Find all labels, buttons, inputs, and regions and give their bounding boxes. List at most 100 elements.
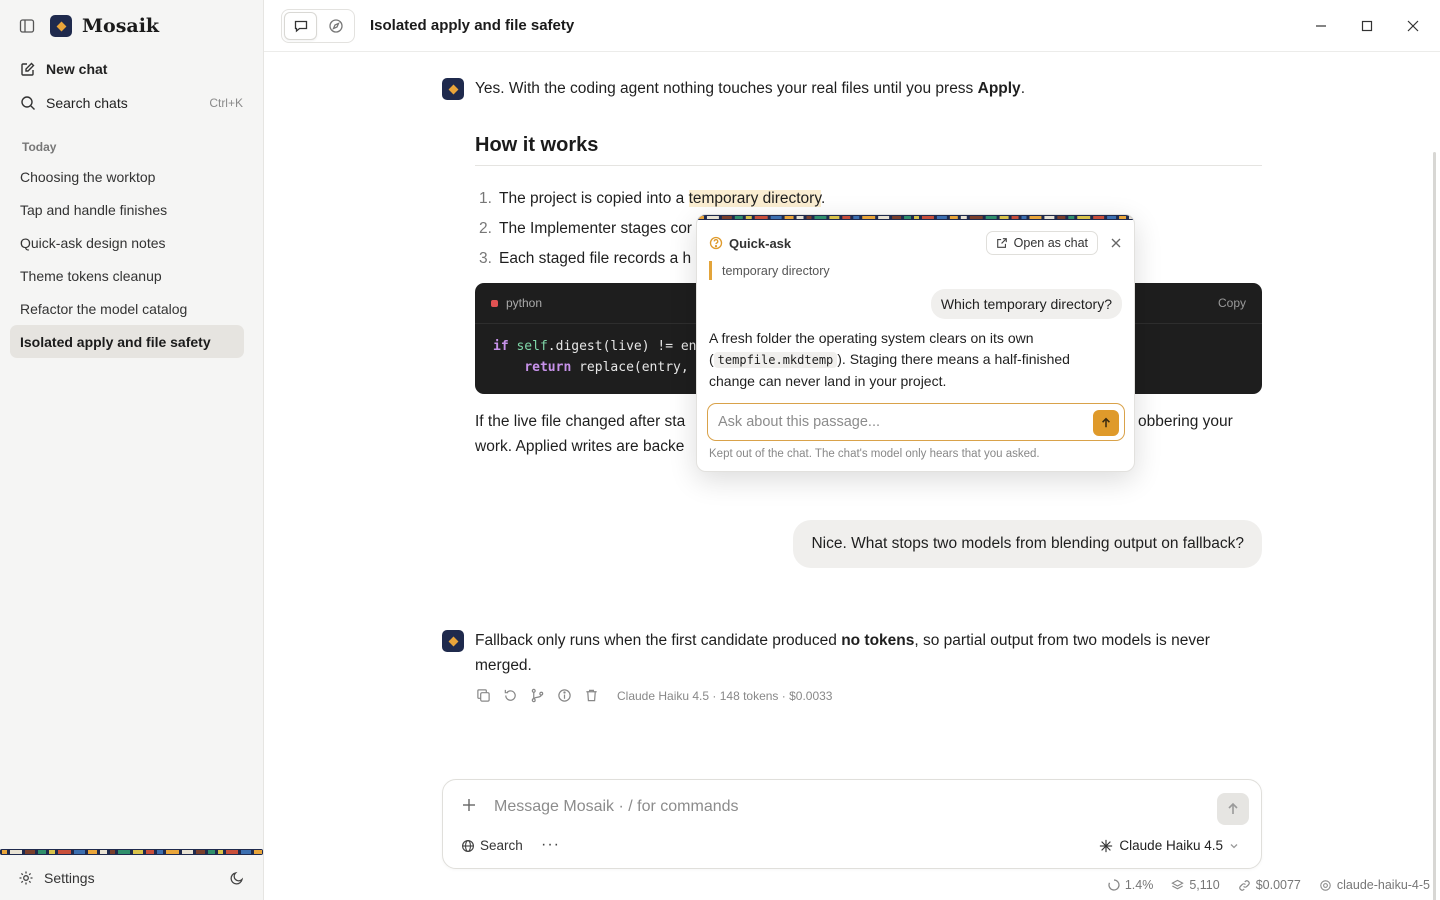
list-number: 3. xyxy=(479,250,492,267)
msg2-text: Fallback only runs when the first candid… xyxy=(475,632,842,649)
open-as-chat-button[interactable]: Open as chat xyxy=(985,231,1098,255)
step-text: Each staged file records a h xyxy=(499,250,692,267)
sidebar-item-theme-tokens[interactable]: Theme tokens cleanup xyxy=(10,259,244,292)
quick-ask-title: Quick-ask xyxy=(729,235,792,251)
globe-icon xyxy=(462,839,474,852)
composer: Message Mosaik · / for commands Search ·… xyxy=(442,779,1262,869)
moon-icon[interactable] xyxy=(229,870,245,886)
search-chats-label: Search chats xyxy=(46,95,128,111)
highlighted-passage[interactable]: temporary directory xyxy=(688,190,821,207)
token-total: 5,110 xyxy=(1189,878,1220,892)
sidebar-footer: Settings xyxy=(0,855,263,900)
more-options-icon[interactable]: ··· xyxy=(541,836,560,854)
window-controls xyxy=(1298,6,1436,46)
mosaik-logo-icon xyxy=(50,15,72,37)
search-chats-button[interactable]: Search chats Ctrl+K xyxy=(0,86,263,120)
info-icon[interactable] xyxy=(557,688,572,703)
sidebar: Mosaik New chat Search chats Ctrl+K Toda… xyxy=(0,0,264,900)
step-text: The Implementer stages cor xyxy=(499,220,692,237)
brand-name: Mosaik xyxy=(82,15,160,37)
copy-code-button[interactable]: Copy xyxy=(1218,296,1246,310)
sidebar-item-quick-ask-notes[interactable]: Quick-ask design notes xyxy=(10,226,244,259)
chat-bubble-icon xyxy=(294,20,307,32)
model-id-status[interactable]: claude-haiku-4-5 xyxy=(1319,878,1430,892)
chat-title: Isolated apply and file safety xyxy=(370,17,575,34)
msg2-bold: no tokens xyxy=(841,632,915,649)
list-number: 1. xyxy=(479,190,492,207)
code-text: replace(entry, xyxy=(571,360,689,375)
sidebar-item-choosing-worktop[interactable]: Choosing the worktop xyxy=(10,160,244,193)
status-bar: 1.4% 5,110 $0.0077 claude-haiku-4-5 xyxy=(1108,878,1430,892)
step-text-end: . xyxy=(820,190,826,207)
plus-icon xyxy=(463,799,475,811)
code-keyword: if xyxy=(493,339,509,354)
cog-icon xyxy=(1320,879,1331,891)
msg1-bold: Apply xyxy=(977,80,1021,97)
copy-icon[interactable] xyxy=(476,688,491,703)
maximize-icon[interactable] xyxy=(1344,6,1390,46)
branch-icon[interactable] xyxy=(530,688,545,703)
quick-ask-answer: A fresh folder the operating system clea… xyxy=(709,328,1109,392)
mode-switch xyxy=(281,8,355,43)
minimize-icon[interactable] xyxy=(1298,6,1344,46)
msg1-end: . xyxy=(1020,80,1025,97)
model-label: Claude Haiku 4.5 xyxy=(1119,838,1223,853)
open-as-chat-label: Open as chat xyxy=(1013,236,1088,250)
sidebar-item-tap-handle[interactable]: Tap and handle finishes xyxy=(10,193,244,226)
message-input[interactable]: Message Mosaik · / for commands xyxy=(494,798,739,816)
quick-ask-question: Which temporary directory? xyxy=(930,289,1122,319)
section-heading: How it works xyxy=(475,134,1262,166)
trash-icon[interactable] xyxy=(584,688,599,703)
arrow-up-icon xyxy=(1102,417,1110,428)
external-link-icon xyxy=(996,238,1007,248)
msg1-text: Yes. With the coding agent nothing touch… xyxy=(475,80,978,97)
step-text: The project is copied into a xyxy=(499,190,689,207)
explore-mode-button[interactable] xyxy=(319,12,352,40)
quick-ask-send-button[interactable] xyxy=(1093,410,1119,436)
top-bar: Isolated apply and file safety xyxy=(264,0,1440,52)
new-chat-button[interactable]: New chat xyxy=(0,52,263,86)
model-selector[interactable]: Claude Haiku 4.5 xyxy=(1099,838,1239,853)
search-toggle-label: Search xyxy=(480,838,523,853)
close-icon[interactable] xyxy=(1110,237,1122,249)
regenerate-icon[interactable] xyxy=(503,688,518,703)
web-search-toggle[interactable]: Search xyxy=(461,838,523,853)
send-button[interactable] xyxy=(1217,793,1249,825)
token-count: 5,110 xyxy=(1171,878,1220,892)
chevron-down-icon xyxy=(1230,843,1238,848)
add-attachment-button[interactable] xyxy=(461,796,477,819)
code-text: .digest(live) != en xyxy=(547,339,697,354)
quick-ask-popover: Quick-ask Open as chat temporary directo… xyxy=(696,214,1135,472)
language-dot-icon xyxy=(491,299,498,307)
code-self: self xyxy=(516,339,548,354)
scrollbar[interactable] xyxy=(1433,152,1436,900)
quick-ask-input[interactable]: Ask about this passage... xyxy=(707,403,1125,441)
question-circle-icon xyxy=(709,236,723,250)
sidebar-item-isolated-apply[interactable]: Isolated apply and file safety xyxy=(10,325,244,358)
sidebar-item-refactor-catalog[interactable]: Refactor the model catalog xyxy=(10,292,244,325)
model-id: claude-haiku-4-5 xyxy=(1336,878,1430,892)
message-actions: Claude Haiku 4.5 · 148 tokens · $0.0033 xyxy=(476,688,832,703)
quick-ask-footnote: Kept out of the chat. The chat's model o… xyxy=(709,448,1040,460)
paragraph-line-1-left: If the live file changed after sta xyxy=(475,413,686,430)
new-chat-label: New chat xyxy=(46,61,108,77)
link-icon xyxy=(1238,879,1250,891)
compose-icon xyxy=(21,62,35,76)
progress-ring-icon xyxy=(1108,879,1120,891)
sidebar-toggle-icon[interactable] xyxy=(18,17,36,35)
chat-mode-button[interactable] xyxy=(284,11,318,40)
settings-link[interactable]: Settings xyxy=(44,870,95,886)
layers-icon xyxy=(1171,879,1185,889)
assistant-message-1: Yes. With the coding agent nothing touch… xyxy=(475,76,1275,101)
close-window-icon[interactable] xyxy=(1390,6,1436,46)
arrow-up-icon xyxy=(1228,802,1238,814)
message-meta: Claude Haiku 4.5 · 148 tokens · $0.0033 xyxy=(617,688,833,703)
conversation: Yes. With the coding agent nothing touch… xyxy=(264,52,1440,900)
paragraph-line-1-right: obbering your xyxy=(1138,413,1233,430)
assistant-avatar xyxy=(442,630,464,652)
code-language: python xyxy=(506,296,543,310)
code-keyword: return xyxy=(524,360,572,375)
paragraph-line-2: work. Applied writes are backe xyxy=(475,438,685,455)
gear-icon[interactable] xyxy=(18,870,34,886)
user-message: Nice. What stops two models from blendin… xyxy=(793,520,1262,568)
